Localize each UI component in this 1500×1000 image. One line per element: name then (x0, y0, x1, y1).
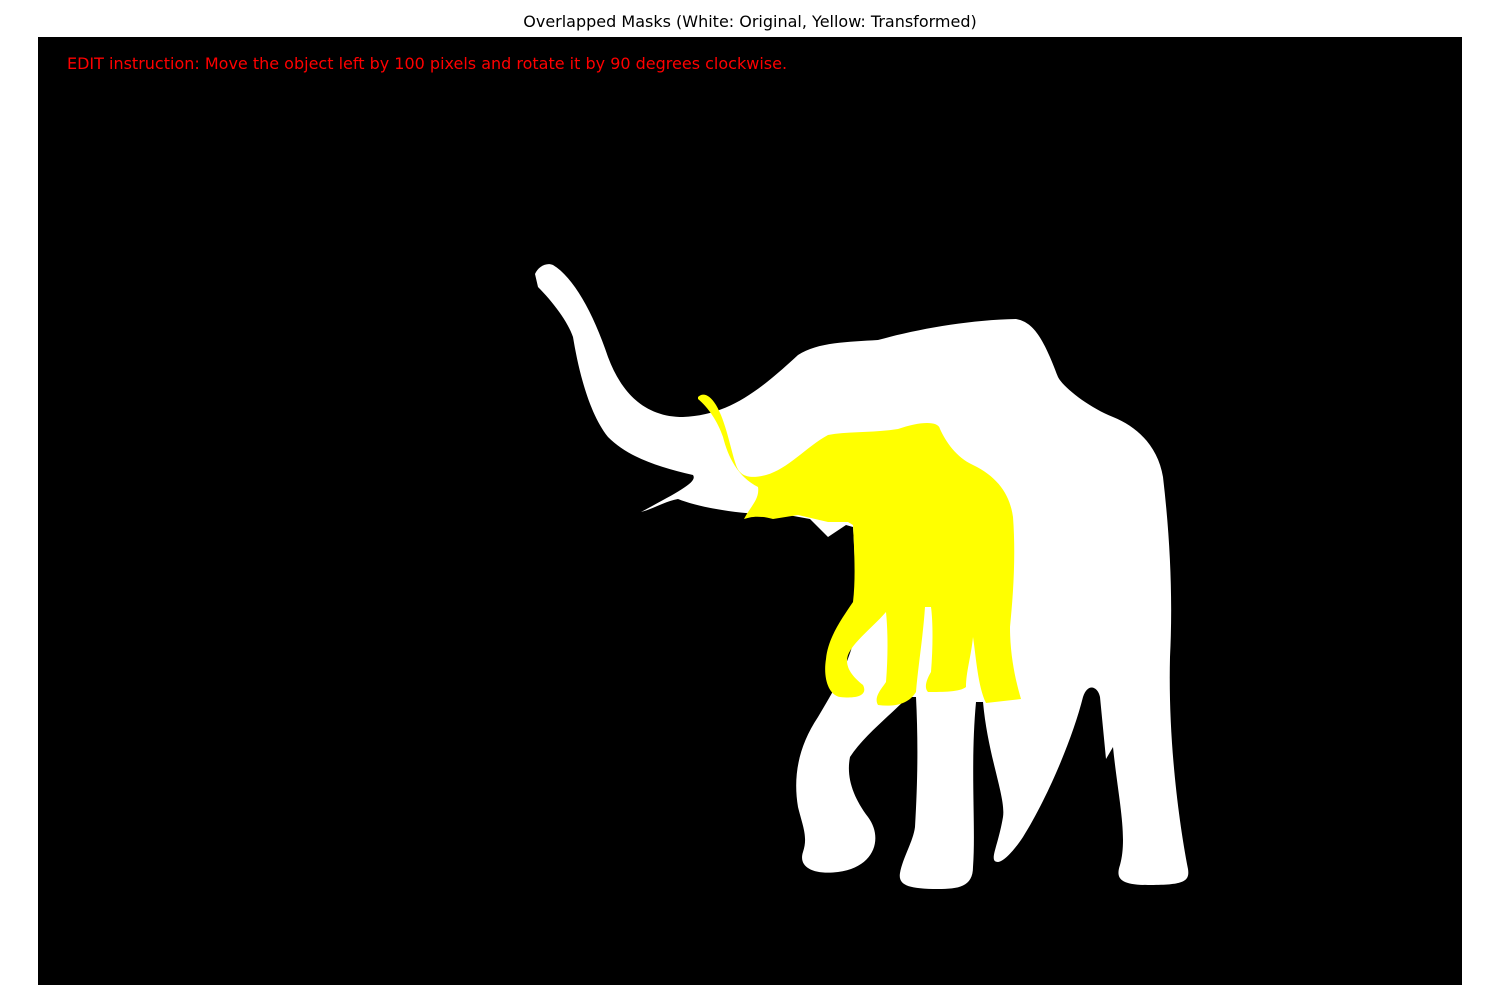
figure-title: Overlapped Masks (White: Original, Yello… (523, 12, 977, 31)
figure: Overlapped Masks (White: Original, Yello… (0, 0, 1500, 1000)
edit-instruction: EDIT instruction: Move the object left b… (67, 54, 788, 73)
mask-overlay (535, 264, 1189, 889)
mask-canvas: EDIT instruction: Move the object left b… (38, 37, 1462, 985)
